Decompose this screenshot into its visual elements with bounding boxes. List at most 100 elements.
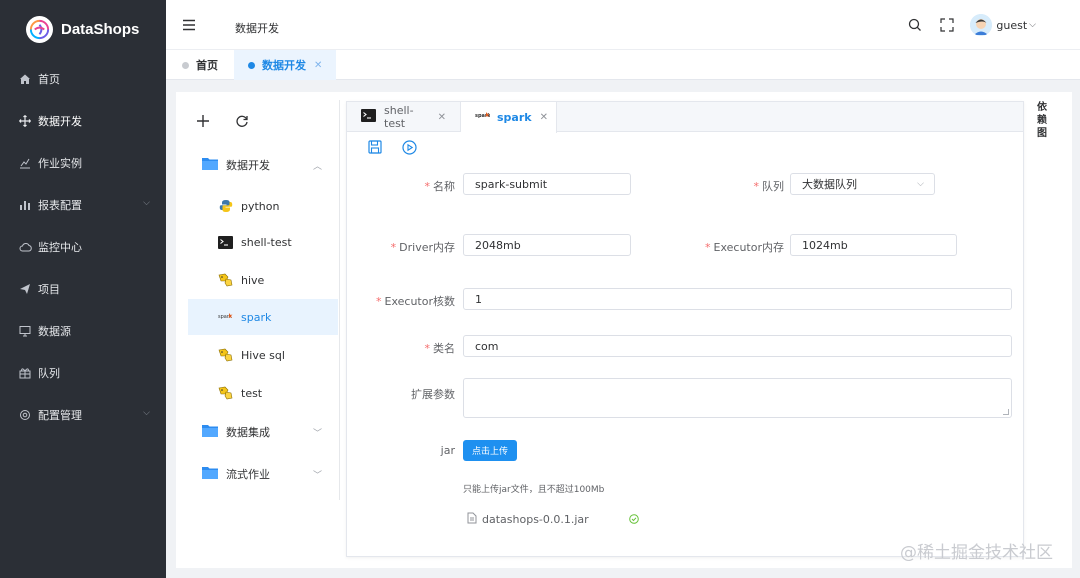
executor-cores-label: * Executor核数	[376, 295, 455, 308]
sidebar: DataShops 首页 数据开发 作业实例 报表配置 ⌵ 监控中心 项目 数据…	[0, 0, 166, 578]
monitor-icon	[18, 324, 32, 338]
close-icon[interactable]: ✕	[540, 112, 548, 123]
terminal-icon	[361, 109, 376, 125]
save-icon[interactable]	[367, 139, 383, 155]
chevron-down-icon[interactable]: ﹀	[313, 468, 322, 481]
class-name-label: * 类名	[424, 342, 456, 355]
chevron-down-icon: ⌵	[143, 408, 150, 418]
stats-icon	[18, 156, 32, 170]
name-input[interactable]: spark-submit	[463, 173, 631, 195]
hive-icon	[218, 386, 233, 401]
sidebar-item-label: 报表配置	[38, 199, 82, 212]
sidebar-item-label: 监控中心	[38, 241, 82, 254]
folder-icon	[202, 466, 218, 482]
queue-select[interactable]: 大数据队列 ⌵	[790, 173, 935, 195]
sidebar-item-datasource[interactable]: 数据源	[0, 310, 166, 352]
python-icon	[218, 199, 233, 214]
job-editor: shell-test ✕ spark spark ✕ * 名称 spark-sub…	[346, 101, 1024, 557]
name-label: * 名称	[424, 180, 456, 193]
fullscreen-icon[interactable]	[940, 18, 955, 32]
close-icon[interactable]: ✕	[314, 60, 322, 71]
sidebar-item-monitoring[interactable]: 监控中心	[0, 226, 166, 268]
move-icon	[18, 114, 32, 128]
refresh-icon[interactable]	[233, 112, 251, 130]
chevron-down-icon[interactable]: ⌵	[1029, 20, 1036, 30]
tab-spark[interactable]: spark spark ✕	[461, 102, 557, 133]
document-icon	[467, 512, 477, 527]
add-icon[interactable]	[194, 112, 212, 130]
check-circle-icon	[629, 514, 639, 524]
sidebar-item-home[interactable]: 首页	[0, 58, 166, 100]
bar-chart-icon	[18, 198, 32, 212]
tree-item-shell-test[interactable]: shell-test	[188, 224, 338, 260]
tag-data-dev[interactable]: 数据开发 ✕	[234, 50, 337, 80]
upload-button[interactable]: 点击上传	[463, 440, 518, 461]
class-name-input[interactable]: com	[463, 335, 1012, 357]
avatar[interactable]	[970, 14, 993, 36]
tag-label: 数据开发	[262, 59, 306, 72]
send-icon	[18, 282, 32, 296]
tree-item-label: spark	[241, 310, 272, 324]
sidebar-item-report-config[interactable]: 报表配置 ⌵	[0, 184, 166, 226]
play-icon[interactable]	[401, 139, 417, 155]
hive-icon	[218, 348, 233, 363]
breadcrumb[interactable]: 数据开发	[235, 20, 279, 36]
header-actions: guest ⌵	[890, 14, 1036, 36]
spark-icon: spark	[475, 111, 491, 124]
hamburger-icon[interactable]	[182, 19, 196, 34]
close-icon[interactable]: ✕	[438, 112, 446, 123]
executor-cores-input[interactable]: 1	[463, 288, 1012, 310]
watermark: @稀土掘金技术社区	[900, 543, 1053, 563]
brand[interactable]: DataShops	[0, 0, 166, 58]
cloud-icon	[18, 240, 32, 254]
tab-label: spark	[497, 111, 532, 124]
spark-icon: spark	[218, 310, 233, 325]
app-root: DataShops 首页 数据开发 作业实例 报表配置 ⌵ 监控中心 项目 数据…	[0, 0, 1080, 578]
user-name[interactable]: guest	[996, 19, 1027, 32]
tags-view: 首页 数据开发 ✕	[166, 50, 1080, 80]
tag-home[interactable]: 首页	[168, 50, 232, 80]
gift-icon	[18, 366, 32, 380]
sidebar-item-label: 队列	[38, 367, 60, 380]
tree-folder-streaming[interactable]: 流式作业 ﹀	[188, 458, 338, 490]
tree-item-label: python	[241, 199, 280, 213]
home-icon	[18, 72, 32, 86]
terminal-icon	[218, 235, 233, 250]
jar-label: jar	[440, 444, 455, 457]
tag-dot	[182, 61, 189, 69]
driver-memory-input[interactable]: 2048mb	[463, 234, 631, 256]
sidebar-item-config-management[interactable]: 配置管理 ⌵	[0, 394, 166, 436]
tree-item-test[interactable]: test	[188, 375, 338, 411]
tab-label: shell-test	[384, 104, 414, 130]
datashops-logo-icon	[26, 15, 53, 43]
resize-handle-icon[interactable]	[1003, 409, 1009, 415]
chevron-down-icon[interactable]: ﹀	[313, 426, 322, 439]
sidebar-item-job-instances[interactable]: 作业实例	[0, 142, 166, 184]
sidebar-item-label: 数据源	[38, 325, 71, 338]
sidebar-menu: 首页 数据开发 作业实例 报表配置 ⌵ 监控中心 项目 数据源 队列 配置管理 …	[0, 58, 166, 436]
sidebar-item-label: 数据开发	[38, 115, 82, 128]
tree-folder-data-integration[interactable]: 数据集成 ﹀	[188, 416, 338, 448]
tag-label: 首页	[196, 59, 218, 72]
sidebar-item-data-dev[interactable]: 数据开发	[0, 100, 166, 142]
sidebar-item-label: 首页	[38, 73, 60, 86]
tree-item-hive-sql[interactable]: Hive sql	[188, 337, 338, 373]
tab-shell-test[interactable]: shell-test ✕	[347, 102, 461, 132]
uploaded-file[interactable]: datashops-0.0.1.jar	[467, 512, 589, 527]
tree-item-spark[interactable]: spark spark	[188, 299, 338, 335]
executor-memory-input[interactable]: 1024mb	[790, 234, 957, 256]
tree-item-label: hive	[241, 273, 265, 287]
folder-label: 数据开发	[226, 159, 270, 172]
tree-item-python[interactable]: python	[188, 188, 338, 224]
extra-params-textarea[interactable]	[463, 378, 1012, 418]
sidebar-item-queue[interactable]: 队列	[0, 352, 166, 394]
sidebar-item-projects[interactable]: 项目	[0, 268, 166, 310]
dependency-graph-tab[interactable]: 依赖图	[1035, 101, 1049, 140]
sidebar-item-label: 配置管理	[38, 409, 82, 422]
hive-icon	[218, 273, 233, 288]
search-icon[interactable]	[908, 18, 922, 32]
tree-folder-data-dev[interactable]: 数据开发 ︿	[188, 149, 338, 181]
folder-label: 流式作业	[226, 468, 270, 481]
chevron-up-icon[interactable]: ︿	[313, 159, 322, 172]
tree-item-hive[interactable]: hive	[188, 262, 338, 298]
